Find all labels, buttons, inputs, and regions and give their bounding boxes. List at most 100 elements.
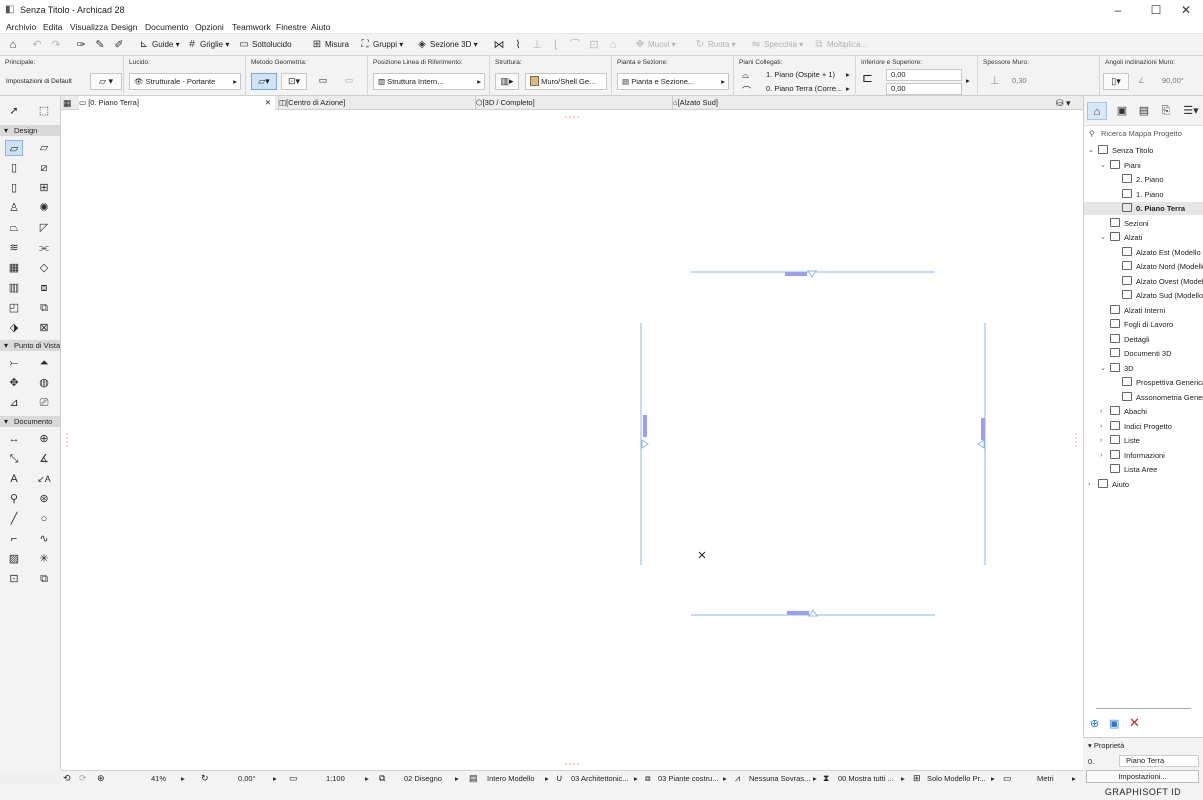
polyline-tool-icon[interactable]: ⌐ <box>5 531 23 547</box>
syringe-icon[interactable]: ✐ <box>112 37 126 53</box>
detail-tool-icon[interactable]: ⊿ <box>5 395 23 411</box>
moltiplica-button[interactable]: ⧉ Moltiplica... <box>813 37 867 53</box>
chevron-right-icon[interactable]: › <box>1100 434 1102 447</box>
tree-item[interactable]: 1. Piano <box>1084 188 1203 201</box>
chevron-right-icon[interactable]: ▸ <box>723 771 727 786</box>
mvo-value[interactable]: 03 Piante costru... <box>658 771 718 786</box>
menu-design[interactable]: Design <box>111 22 137 32</box>
posizione-select[interactable]: ▨ Struttura Intern... ▸ <box>373 73 485 90</box>
rotate-view-icon[interactable]: ↻ <box>201 771 209 786</box>
muovi-button[interactable]: ✥ Muovi ▾ <box>634 37 676 53</box>
railing-tool-icon[interactable]: ⫘ <box>35 240 53 256</box>
close-button[interactable]: ✕ <box>1169 0 1203 20</box>
pen-set-value[interactable]: 03 Architettonic... <box>571 771 629 786</box>
impostazioni-button[interactable]: Impostazioni... <box>1086 770 1199 783</box>
tree-item[interactable]: › Aiuto <box>1084 478 1203 491</box>
lamp-tool-icon[interactable]: ✺ <box>35 200 53 216</box>
tree-item[interactable]: Prospettiva Generica <box>1084 376 1203 389</box>
chevron-down-icon[interactable]: ⌄ <box>1100 159 1106 172</box>
marker-tool-icon[interactable]: ⚲ <box>5 491 23 507</box>
line-tool-icon[interactable]: ╱ <box>5 511 23 527</box>
marquee-tool-icon[interactable]: ⬚ <box>35 103 53 119</box>
project-map-icon[interactable]: ⌂ <box>1087 102 1107 120</box>
object-tool-icon[interactable]: ♙ <box>5 200 23 216</box>
tree-item[interactable]: Dettagli <box>1084 333 1203 346</box>
eyedropper-icon[interactable]: ✎ <box>93 37 107 53</box>
chevron-down-icon[interactable]: ⌄ <box>1100 231 1106 244</box>
morph-tool-icon[interactable]: ⧈ <box>35 280 53 296</box>
tab-centro-azione[interactable]: ◫[Centro di Azione] <box>278 96 474 110</box>
toolbox-section-documento[interactable]: Documento <box>0 416 60 427</box>
tree-item[interactable]: ⌄ Senza Titolo <box>1084 144 1203 157</box>
column-tool-icon[interactable]: ▯ <box>5 160 23 176</box>
chevron-right-icon[interactable]: ▸ <box>181 771 185 786</box>
override-icon[interactable]: ⩘ <box>735 771 740 786</box>
menu-aiuto[interactable]: Aiuto <box>311 22 330 32</box>
override-value[interactable]: Nessuna Sovras... <box>749 771 810 786</box>
north-elevation-marker[interactable] <box>691 270 935 278</box>
property-name-field[interactable]: Piano Terra <box>1119 755 1199 767</box>
stretch-icon[interactable]: ⌂ <box>606 37 620 53</box>
slant-type-button[interactable]: ▯▾ <box>1103 73 1129 90</box>
menu-teamwork[interactable]: Teamwork <box>232 22 271 32</box>
split-icon[interactable]: ⌇ <box>511 37 525 53</box>
chevron-right-icon[interactable]: ▸ <box>273 771 277 786</box>
section-tool-icon[interactable]: ⤚ <box>5 355 23 371</box>
skylight-tool-icon[interactable]: ◰ <box>5 300 23 316</box>
chevron-right-icon[interactable]: ▸ <box>545 771 549 786</box>
specchia-button[interactable]: ⇋ Specchia ▾ <box>750 37 803 53</box>
door-tool-icon[interactable]: ▯ <box>5 180 23 196</box>
struttura-select[interactable]: Muro/Shell Ge... <box>525 73 607 90</box>
sezione3d-button[interactable]: ◈ Sezione 3D ▾ <box>416 37 477 53</box>
menu-finestre[interactable]: Finestre <box>276 22 307 32</box>
zoom-forward-icon[interactable]: ⟳ <box>79 771 87 786</box>
layout-book-icon[interactable]: ▤ <box>1134 102 1154 120</box>
inferiore-bottom-input[interactable]: 0,00 <box>886 83 962 95</box>
trim-icon[interactable]: ⋈ <box>492 37 506 53</box>
angoli-value[interactable]: 90,00° <box>1162 76 1184 85</box>
publisher-icon[interactable]: ⎘ <box>1156 102 1176 120</box>
navigator-search-input[interactable]: ⚲ Ricerca Mappa Progetto <box>1087 127 1201 140</box>
tab-menu-icon[interactable]: ⛁ ▾ <box>1056 96 1071 110</box>
window-tool-icon[interactable]: ⊞ <box>35 180 53 196</box>
tree-item[interactable]: Documenti 3D <box>1084 347 1203 360</box>
structure-display-icon[interactable]: ⊞ <box>913 771 921 786</box>
chevron-right-icon[interactable]: ▸ <box>1072 771 1076 786</box>
piano-top-value[interactable]: 1. Piano (Ospite + 1) <box>766 70 835 79</box>
proprieta-header[interactable]: ▾ Proprietà <box>1088 741 1124 750</box>
rectangle-geometry-button[interactable]: ▭ <box>312 73 334 90</box>
add-icon[interactable]: ⊕ <box>1090 717 1099 730</box>
tree-item[interactable]: Alzato Ovest (Modello <box>1084 275 1203 288</box>
chevron-right-icon[interactable]: ▸ <box>365 771 369 786</box>
maximize-button[interactable]: ☐ <box>1139 0 1173 20</box>
chevron-down-icon[interactable]: ⌄ <box>1100 362 1106 375</box>
adjust-icon[interactable]: ⊥ <box>530 37 544 53</box>
piano-bottom-value[interactable]: 0. Piano Terra (Corre... <box>766 84 842 93</box>
tree-item[interactable]: Alzato Sud (Modello co <box>1084 289 1203 302</box>
zoom-value[interactable]: 41% <box>151 771 166 786</box>
zoom-back-icon[interactable]: ⟲ <box>63 771 71 786</box>
tree-item[interactable]: ⌄ Piani <box>1084 159 1203 172</box>
structure-display-value[interactable]: Solo Modello Pr... <box>927 771 986 786</box>
radial-dimension-tool-icon[interactable]: ⤡ <box>5 451 23 467</box>
shell-tool-icon[interactable]: ◸ <box>35 220 53 236</box>
level-dimension-tool-icon[interactable]: ⊕ <box>35 431 53 447</box>
structure-type-button[interactable]: ▥▸ <box>495 73 519 90</box>
tree-item[interactable]: › Abachi <box>1084 405 1203 418</box>
toolbox-section-design[interactable]: Design <box>0 125 60 136</box>
spline-tool-icon[interactable]: ∿ <box>35 531 53 547</box>
worksheet-tool-icon[interactable]: ◍ <box>35 375 53 391</box>
tree-item[interactable]: ⌄ Alzati <box>1084 231 1203 244</box>
tab-overview-icon[interactable]: ▦ <box>63 96 77 110</box>
sottolucido-button[interactable]: ▭ Sottolucido <box>238 37 291 53</box>
figure-tool-icon[interactable]: ⊡ <box>5 571 23 587</box>
label-tool-icon[interactable]: ↙A <box>35 471 53 487</box>
chained-geometry-button[interactable]: ⊡▾ <box>281 73 307 90</box>
tree-item[interactable]: › Informazioni <box>1084 449 1203 462</box>
angle-dimension-tool-icon[interactable]: ∡ <box>35 451 53 467</box>
view-settings-icon[interactable]: ▣ <box>1109 717 1119 730</box>
arrow-tool-icon[interactable]: ➚ <box>5 103 23 119</box>
scale-value[interactable]: 1:100 <box>326 771 345 786</box>
tree-item[interactable]: Lista Aree <box>1084 463 1203 476</box>
wall-tool-icon[interactable]: ▱ <box>5 140 23 156</box>
